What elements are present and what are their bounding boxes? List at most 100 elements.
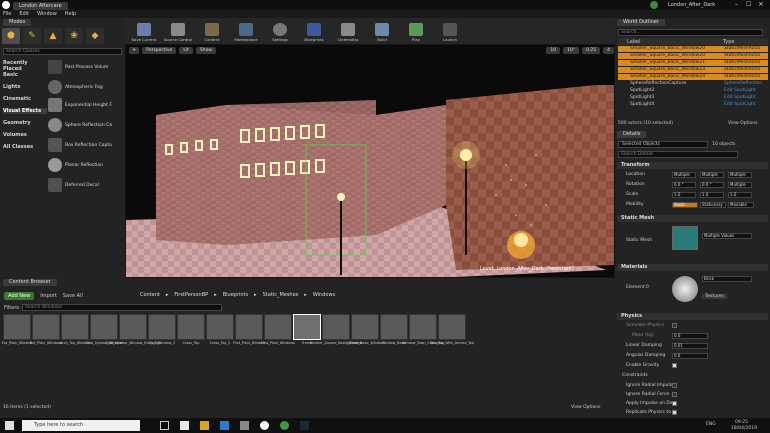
- asset-tile[interactable]: Window_Town_Crass_Top: [402, 314, 444, 360]
- scale-z[interactable]: 1.0: [728, 192, 752, 198]
- asset-tile[interactable]: Frame: [293, 314, 321, 360]
- outliner-row[interactable]: SphereReflectionCapture SphereReflection: [618, 81, 768, 87]
- rotation-x[interactable]: 0.0 °: [672, 182, 696, 188]
- breadcrumb-content[interactable]: Content: [140, 292, 160, 298]
- angle-snap-value[interactable]: 10°: [563, 47, 580, 54]
- geometry-mode-icon[interactable]: ◆: [86, 28, 104, 44]
- constraints-label[interactable]: Constraints: [622, 373, 648, 378]
- save-all-button[interactable]: Save All: [63, 293, 83, 299]
- outliner-search-input[interactable]: Search...: [618, 29, 763, 36]
- category-basic[interactable]: Basic: [3, 72, 47, 78]
- play-button[interactable]: Play: [400, 20, 432, 42]
- asset-tile[interactable]: Window_Basic: [380, 314, 408, 360]
- details-search-input[interactable]: Search Details: [618, 151, 738, 158]
- outliner-row-type[interactable]: StaticMeshActor: [724, 53, 761, 59]
- launch-button[interactable]: Launch: [434, 20, 466, 42]
- outliner-row[interactable]: Smaller_Square_Basic_Window23 StaticMeshA…: [618, 67, 768, 73]
- material-thumbnail[interactable]: [672, 276, 698, 302]
- menu-file[interactable]: File: [3, 11, 11, 17]
- camera-speed-value[interactable]: 4: [603, 47, 614, 54]
- linear-damping-field[interactable]: 0.01: [672, 343, 708, 349]
- outliner-row[interactable]: Smaller_Square_Basic_Window20 StaticMeshA…: [618, 46, 768, 52]
- viewport-options-button[interactable]: ▾: [129, 47, 140, 54]
- landscape-mode-icon[interactable]: ▲: [44, 28, 62, 44]
- outliner-row[interactable]: SpotLight3 Edit SpotLight: [618, 95, 768, 101]
- steam-icon[interactable]: [300, 421, 309, 430]
- class-item[interactable]: Box Reflection Captu: [48, 136, 123, 154]
- rotation-z[interactable]: Multiple: [728, 182, 752, 188]
- replicate-physics-checkbox[interactable]: [672, 410, 677, 415]
- asset-tile[interactable]: Square_Basic_Window: [346, 314, 384, 360]
- outliner-row[interactable]: Smaller_Square_Basic_Window24 StaticMeshA…: [618, 74, 768, 80]
- scale-snap-value[interactable]: 0.25: [582, 47, 601, 54]
- location-x[interactable]: Multiple: [672, 172, 696, 178]
- rotation-y[interactable]: 0.0 °: [700, 182, 724, 188]
- foliage-mode-icon[interactable]: ❀: [65, 28, 83, 44]
- asset-tile[interactable]: Club_Symbol_Window_Entry_Top: [105, 314, 161, 360]
- breadcrumb-blueprints[interactable]: Blueprints: [223, 292, 248, 298]
- outliner-row[interactable]: Smaller_Square_Basic_Window21 StaticMeshA…: [618, 60, 768, 66]
- maximize-button[interactable]: ☐: [746, 1, 751, 8]
- mail-icon[interactable]: [240, 421, 249, 430]
- static-mesh-value[interactable]: Multiple Values: [702, 233, 752, 239]
- mobility-movable[interactable]: Movable: [728, 202, 754, 208]
- asset-tile[interactable]: Club_Symbol_Window: [86, 314, 123, 360]
- asset-tile[interactable]: Crass_Top: [177, 314, 205, 360]
- breadcrumb-firstpersonbp[interactable]: FirstPersonBP: [174, 292, 208, 298]
- content-button[interactable]: Content: [196, 20, 228, 42]
- place-mode-icon[interactable]: ⬢: [2, 28, 20, 44]
- angular-damping-field[interactable]: 0.0: [672, 353, 708, 359]
- apply-impulse-checkbox[interactable]: [672, 401, 677, 406]
- mobility-static[interactable]: Static: [672, 202, 698, 208]
- outliner-row-type[interactable]: StaticMeshActor: [724, 74, 761, 80]
- source-control-button[interactable]: Source Control: [162, 20, 194, 42]
- level-tab[interactable]: London Aftercare: [13, 2, 68, 10]
- physics-section[interactable]: Physics: [617, 313, 768, 320]
- category-all-classes[interactable]: All Classes: [3, 144, 47, 150]
- filters-button[interactable]: Filters: [4, 305, 19, 311]
- asset-tile[interactable]: Ent_Plain_Windows: [30, 314, 62, 360]
- location-z[interactable]: Multiple: [728, 172, 752, 178]
- modes-tab[interactable]: Modes: [3, 19, 32, 26]
- asset-tile[interactable]: Crass_Top_2: [206, 314, 234, 360]
- scale-y[interactable]: 1.0: [700, 192, 724, 198]
- task-view-icon[interactable]: [160, 421, 169, 430]
- world-outliner-tab[interactable]: World Outliner: [617, 19, 666, 26]
- outliner-row-type[interactable]: StaticMeshActor: [724, 67, 761, 73]
- file-explorer-icon[interactable]: [200, 421, 209, 430]
- category-cinematic[interactable]: Cinematic: [3, 96, 47, 102]
- asset-tile[interactable]: Window_With_Arched_Top: [430, 314, 474, 360]
- selected-objects[interactable]: Selected Objects: [618, 141, 708, 148]
- cinematics-button[interactable]: Cinematics: [332, 20, 364, 42]
- class-item[interactable]: Sphere Reflection Ca: [48, 116, 123, 134]
- settings-button[interactable]: Settings: [264, 20, 296, 42]
- asset-tile[interactable]: Arch_Top_Window: [60, 314, 90, 360]
- breadcrumb-static-meshes[interactable]: Static_Meshes: [263, 292, 299, 298]
- outliner-row-type[interactable]: SphereReflection: [724, 81, 762, 87]
- marketplace-button[interactable]: Marketplace: [230, 20, 262, 42]
- menu-help[interactable]: Help: [65, 11, 76, 17]
- add-new-button[interactable]: Add New: [4, 291, 35, 300]
- class-item[interactable]: Post Process Volum: [48, 58, 123, 76]
- ignore-radial-force-checkbox[interactable]: [672, 392, 677, 397]
- save-current-button[interactable]: Save Current: [128, 20, 160, 42]
- unreal-taskbar-icon[interactable]: [260, 421, 269, 430]
- breadcrumb-windows[interactable]: Windows: [313, 292, 335, 298]
- material-value[interactable]: Brick: [702, 276, 752, 282]
- edge-icon[interactable]: [180, 421, 189, 430]
- language-indicator[interactable]: ENG: [706, 422, 716, 427]
- category-recently-placed[interactable]: Recently Placed: [3, 60, 47, 72]
- simulate-physics-checkbox[interactable]: [672, 323, 677, 328]
- mass-field[interactable]: 0.0: [672, 333, 708, 339]
- show-button[interactable]: Show: [195, 47, 217, 54]
- class-item[interactable]: Atmospheric Fog: [48, 78, 123, 96]
- asset-tile[interactable]: First_Plain_Windows: [261, 314, 295, 360]
- details-tab[interactable]: Details: [617, 131, 647, 138]
- outliner-row-type[interactable]: Edit SpotLight: [724, 88, 756, 94]
- lit-button[interactable]: Lit: [179, 47, 193, 54]
- outliner-row-type[interactable]: StaticMeshActor: [724, 60, 761, 66]
- menu-window[interactable]: Window: [37, 11, 57, 17]
- category-lights[interactable]: Lights: [3, 84, 47, 90]
- chrome-icon[interactable]: [280, 421, 289, 430]
- ignore-radial-impulse-checkbox[interactable]: [672, 383, 677, 388]
